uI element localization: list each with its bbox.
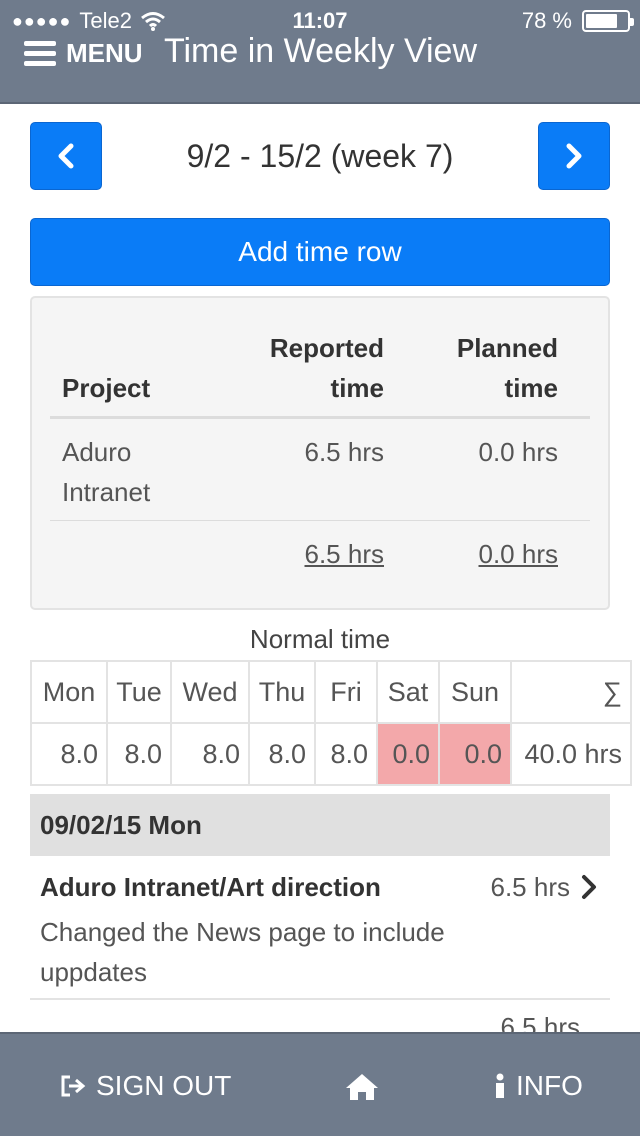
previous-week-button[interactable]: [30, 122, 102, 190]
entry-description-line1: Changed the News page to include: [40, 917, 445, 947]
summary-row-reported: 6.5 hrs: [304, 437, 385, 467]
next-week-button[interactable]: [538, 122, 610, 190]
day-sun: Sun: [438, 660, 512, 724]
hamburger-icon: [24, 40, 56, 66]
day-group-header: 09/02/15 Mon: [30, 794, 610, 856]
project-column-header: Project: [62, 373, 151, 403]
home-icon: [346, 1074, 378, 1100]
values-row: 8.0 8.0 8.0 8.0 8.0 0.0 0.0 40.0 hrs: [30, 722, 632, 786]
menu-button[interactable]: MENU: [24, 36, 143, 70]
sign-out-icon: [61, 1075, 86, 1097]
total-planned-link[interactable]: 0.0 hrs: [479, 534, 559, 574]
time-entry[interactable]: Aduro Intranet/Art direction 6.5 hrs Cha…: [30, 860, 610, 1000]
day-mon: Mon: [30, 660, 108, 724]
info-icon: [496, 1073, 504, 1098]
chevron-right-icon: [582, 875, 596, 899]
project-summary-panel: Project Reported time Planned time Aduro…: [30, 296, 610, 610]
chevron-right-icon: [566, 143, 582, 169]
entry-title: Aduro Intranet/Art direction: [40, 872, 381, 902]
battery-icon: [582, 10, 634, 32]
page-title: Time in Weekly View: [164, 32, 478, 70]
total-reported-link[interactable]: 6.5 hrs: [305, 534, 385, 574]
menu-label: MENU: [66, 37, 143, 68]
planned-time-column-header: Planned time: [457, 328, 558, 408]
days-row: Mon Tue Wed Thu Fri Sat Sun ∑: [30, 660, 632, 724]
battery-fill: [586, 14, 618, 28]
value-sat: 0.0: [376, 722, 440, 786]
app-header: ●●●●● Tele2 11:07 78 % MENU Time in Week…: [0, 0, 640, 104]
value-tue: 8.0: [106, 722, 172, 786]
day-fri: Fri: [314, 660, 378, 724]
chevron-left-icon: [58, 143, 74, 169]
normal-time-label: Normal time: [249, 624, 391, 654]
value-wed: 8.0: [170, 722, 250, 786]
value-sun: 0.0: [438, 722, 512, 786]
entry-hours: 6.5 hrs: [490, 872, 571, 902]
value-mon: 8.0: [30, 722, 108, 786]
add-time-row-button[interactable]: Add time row: [30, 218, 610, 286]
weekly-hours-grid: Mon Tue Wed Thu Fri Sat Sun ∑ 8.0 8.0 8.…: [30, 660, 632, 786]
week-range-label: 9/2 - 15/2 (week 7): [186, 138, 454, 174]
reported-header-line2: time: [330, 373, 384, 403]
planned-header-line1: Planned: [456, 333, 558, 363]
sum-header: ∑: [510, 660, 632, 724]
reported-header-line1: Reported: [269, 333, 384, 363]
day-thu: Thu: [248, 660, 316, 724]
day-tue: Tue: [106, 660, 172, 724]
sign-out-button[interactable]: SIGN OUT: [60, 1070, 231, 1102]
day-sat: Sat: [376, 660, 440, 724]
info-button[interactable]: INFO: [494, 1070, 583, 1102]
header-divider: [50, 416, 590, 419]
battery-status: 78 %: [521, 8, 634, 34]
info-label: INFO: [516, 1070, 583, 1101]
project-name-line2: Intranet: [62, 477, 151, 507]
entry-description-line2: uppdates: [40, 957, 147, 987]
value-fri: 8.0: [314, 722, 378, 786]
entry-description: Changed the News page to include uppdate…: [40, 912, 480, 992]
value-thu: 8.0: [248, 722, 316, 786]
bottom-toolbar: SIGN OUT INFO: [0, 1032, 640, 1136]
planned-header-line2: time: [504, 373, 558, 403]
project-name-line1: Aduro: [62, 437, 132, 467]
value-total: 40.0 hrs: [510, 722, 632, 786]
battery-percent: 78 %: [521, 8, 572, 33]
summary-row-project: Aduro Intranet: [62, 432, 222, 512]
day-wed: Wed: [170, 660, 250, 724]
home-button[interactable]: [344, 1072, 380, 1102]
summary-row-planned: 0.0 hrs: [478, 437, 559, 467]
sign-out-label: SIGN OUT: [96, 1070, 232, 1101]
reported-time-column-header: Reported time: [270, 328, 384, 408]
row-divider: [50, 520, 590, 521]
